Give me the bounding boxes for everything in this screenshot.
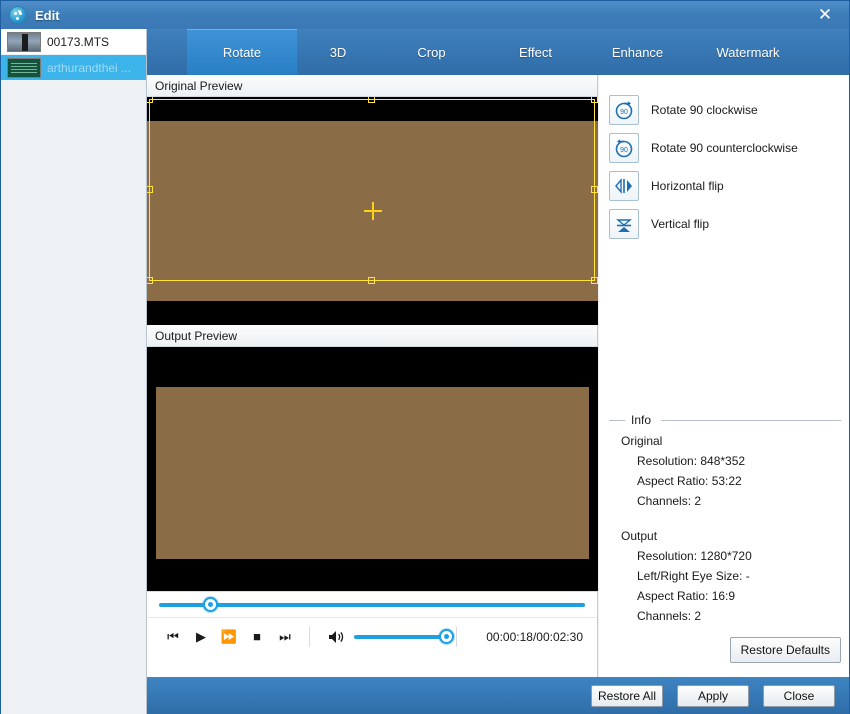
tab-enhance[interactable]: Enhance	[587, 29, 688, 75]
volume-slider-thumb[interactable]	[439, 628, 454, 644]
info-original-aspect-ratio: Aspect Ratio: 53:22	[637, 474, 742, 488]
restore-all-button[interactable]: Restore All	[591, 684, 663, 707]
crop-handle-top-right[interactable]	[591, 97, 598, 103]
tab-crop[interactable]: Crop	[379, 29, 484, 75]
crop-handle-top-left[interactable]	[147, 97, 153, 103]
svg-text:90: 90	[620, 147, 628, 154]
rotate-90-clockwise-button[interactable]: 90 Rotate 90 clockwise	[609, 91, 849, 129]
info-output-channels: Channels: 2	[637, 609, 702, 623]
option-label: Rotate 90 clockwise	[651, 103, 758, 117]
seek-slider-thumb[interactable]	[203, 596, 219, 612]
rotate-cw-icon: 90	[609, 95, 639, 125]
list-item-label: 00173.MTS	[47, 34, 110, 49]
edit-dialog: Edit ✕ 00173.MTS arthurandthei ... Rotat…	[0, 0, 850, 714]
fast-forward-button[interactable]: ⏩	[215, 625, 243, 649]
center-crosshair-icon	[363, 202, 382, 220]
divider	[456, 626, 457, 647]
apply-button[interactable]: Apply	[677, 684, 749, 707]
svg-text:90: 90	[620, 109, 628, 116]
flip-vertical-icon	[609, 209, 639, 239]
info-original-heading: Original	[621, 434, 663, 448]
divider	[309, 626, 310, 647]
list-item[interactable]: 00173.MTS	[1, 29, 146, 55]
list-item[interactable]: arthurandthei ...	[1, 55, 146, 81]
transport-controls: ⏮ ▶ ⏩ ■ ⏭ 00:00:18/00:02:30	[147, 617, 597, 655]
video-thumbnail	[7, 57, 41, 78]
volume-slider[interactable]	[354, 628, 454, 644]
info-panel: Info Original Resolution: 848*352 Aspect…	[609, 413, 841, 623]
info-output-eye-size: Left/Right Eye Size: -	[637, 569, 750, 583]
restore-defaults-button[interactable]: Restore Defaults	[729, 637, 841, 663]
original-preview-label: Original Preview	[147, 75, 597, 97]
output-preview-stage	[147, 347, 598, 591]
preview-column: Original Preview Output Preview ⏮ ▶ ⏩ ■ …	[147, 75, 598, 677]
rotate-ccw-icon: 90	[609, 133, 639, 163]
output-video-frame	[156, 387, 589, 559]
file-list-sidebar: 00173.MTS arthurandthei ...	[1, 29, 147, 714]
next-frame-button[interactable]: ⏭	[271, 625, 299, 649]
info-output-aspect-ratio: Aspect Ratio: 16:9	[637, 589, 736, 603]
flip-horizontal-icon	[609, 171, 639, 201]
tab-bar-spacer	[147, 29, 187, 75]
horizontal-flip-button[interactable]: Horizontal flip	[609, 167, 849, 205]
option-label: Horizontal flip	[651, 179, 724, 193]
output-preview-label: Output Preview	[147, 325, 597, 347]
video-thumbnail	[7, 31, 41, 52]
tab-rotate[interactable]: Rotate	[187, 29, 297, 75]
info-output-heading: Output	[621, 529, 658, 543]
original-preview-stage[interactable]	[147, 97, 598, 325]
info-original-resolution: Resolution: 848*352	[637, 454, 746, 468]
list-item-label: arthurandthei ...	[47, 60, 132, 75]
window-title: Edit	[35, 7, 60, 23]
previous-frame-button[interactable]: ⏮	[159, 625, 187, 649]
close-icon[interactable]: ✕	[807, 3, 843, 27]
stop-button[interactable]: ■	[243, 625, 271, 649]
tab-effect[interactable]: Effect	[484, 29, 587, 75]
vertical-flip-button[interactable]: Vertical flip	[609, 205, 849, 243]
seek-bar-row	[147, 591, 597, 617]
close-button[interactable]: Close	[763, 684, 835, 707]
timecode-display: 00:00:18/00:02:30	[486, 629, 583, 644]
option-label: Vertical flip	[651, 217, 710, 231]
dialog-action-bar: Restore All Apply Close	[147, 677, 849, 714]
info-output-resolution: Resolution: 1280*720	[637, 549, 752, 563]
tab-bar: Rotate 3D Crop Effect Enhance Watermark	[147, 29, 849, 75]
tab-3d[interactable]: 3D	[297, 29, 379, 75]
info-original-channels: Channels: 2	[637, 494, 702, 508]
app-circle-icon	[9, 6, 27, 24]
crop-handle-top-center[interactable]	[368, 97, 375, 103]
title-bar: Edit ✕	[1, 1, 849, 29]
options-panel: 90 Rotate 90 clockwise 90 Rotate 90 coun…	[599, 75, 849, 677]
speaker-icon[interactable]	[328, 630, 346, 644]
play-button[interactable]: ▶	[187, 625, 215, 649]
info-legend: Info	[609, 413, 841, 427]
seek-slider[interactable]	[159, 596, 585, 612]
option-label: Rotate 90 counterclockwise	[651, 141, 798, 155]
rotate-90-counterclockwise-button[interactable]: 90 Rotate 90 counterclockwise	[609, 129, 849, 167]
tab-watermark[interactable]: Watermark	[688, 29, 808, 75]
output-letterbox	[156, 353, 589, 591]
